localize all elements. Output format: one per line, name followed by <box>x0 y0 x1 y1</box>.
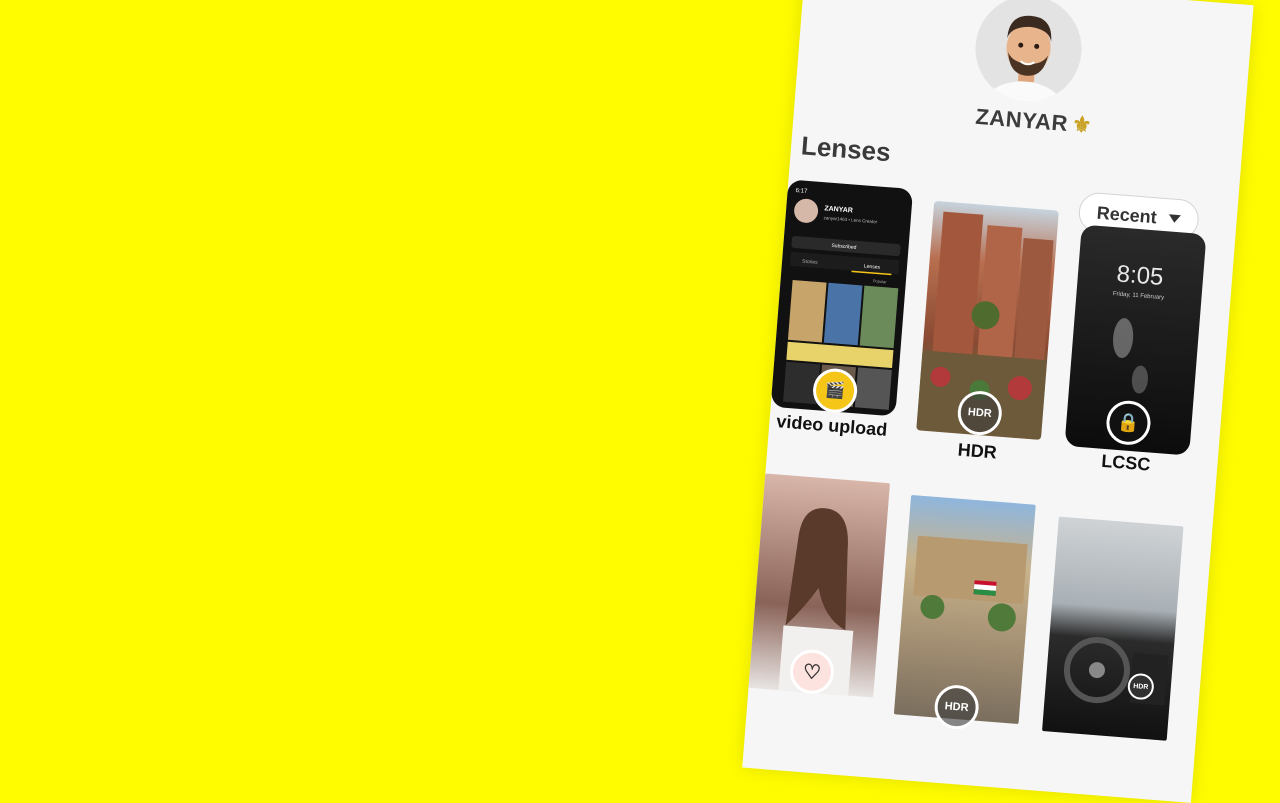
mini-tab-lenses: Lenses <box>864 264 881 271</box>
mini-subtitle: zanyar1463 • Lens Creator <box>823 215 877 224</box>
lock-date: Friday, 11 February <box>1113 291 1165 301</box>
profile-card: ZANYAR⚜ Lenses Recent 6:17 ZANYAR zanyar… <box>742 0 1254 803</box>
bitmoji-icon <box>983 15 1064 106</box>
profile-avatar[interactable] <box>971 0 1086 106</box>
profile-name-text: ZANYAR <box>974 103 1069 137</box>
mini-tab-stories: Stories <box>802 259 818 266</box>
lens-tile-lcsc[interactable]: 8:05 Friday, 11 February 🔒 LCSC <box>1061 224 1207 494</box>
lens-thumbnail <box>1042 516 1184 741</box>
sort-label: Recent <box>1096 202 1158 227</box>
lock-clock: 8:05 <box>1116 260 1165 291</box>
lens-tile-video-upload[interactable]: 6:17 ZANYAR zanyar1463 • Lens Creator Su… <box>768 179 914 448</box>
lens-tile-heart[interactable]: ♡ <box>747 473 890 722</box>
section-title: Lenses <box>800 130 892 168</box>
mini-time: 6:17 <box>795 188 808 195</box>
mini-filter: Popular <box>873 278 888 284</box>
mini-name: ZANYAR <box>824 205 853 214</box>
fleur-de-lis-icon: ⚜ <box>1070 111 1094 138</box>
lens-tile-hdr[interactable]: HDR HDR <box>914 200 1059 470</box>
lens-tile-hdr-castle[interactable]: HDR <box>893 494 1036 734</box>
lens-label: HDR <box>957 439 998 463</box>
chevron-down-icon <box>1168 214 1181 224</box>
lens-label: video upload <box>775 411 888 440</box>
profile-name: ZANYAR⚜ <box>943 101 1124 141</box>
